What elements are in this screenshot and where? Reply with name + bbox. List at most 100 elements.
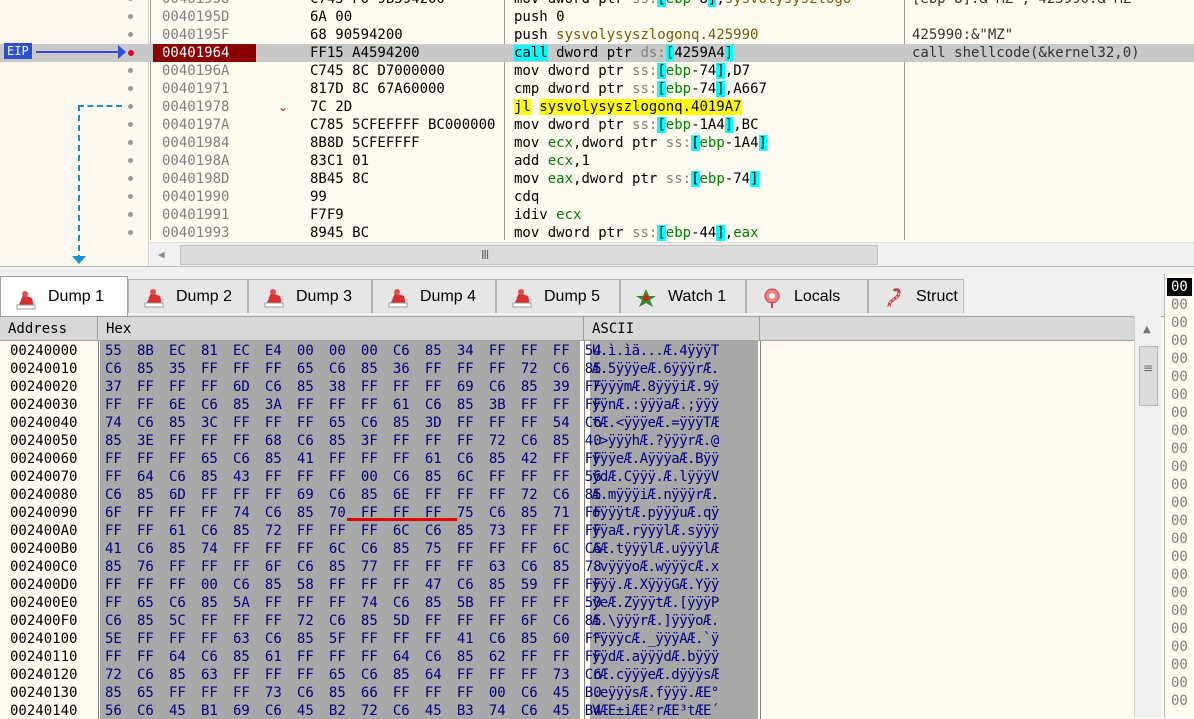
instruction-text: jl sysvolysyszlogonq.4019A7 xyxy=(514,99,742,115)
line-dot-icon[interactable] xyxy=(128,32,133,37)
line-dot-icon[interactable] xyxy=(128,158,133,163)
stack-value: 00 xyxy=(1171,495,1188,511)
scroll-up-icon[interactable]: ▲ xyxy=(1143,324,1151,335)
address-column-header[interactable]: Address xyxy=(0,317,98,341)
breakpoint-icon[interactable] xyxy=(128,50,134,56)
instruction-text: push sysvolysyszlogonq.425990 xyxy=(514,27,759,43)
dump-hex-bytes: 55 8B EC 81 EC E4 00 00 00 C6 85 34 FF F… xyxy=(105,343,602,359)
disasm-row[interactable]: 00401984 8B8D 5CFEFFFF mov ecx,dword ptr s… xyxy=(0,134,1194,152)
disasm-row[interactable]: 00401991 F7F9 idiv ecx xyxy=(0,206,1194,224)
hex-column-header[interactable]: Hex xyxy=(98,317,584,341)
disasm-row[interactable]: 00401978 ⌄ 7C 2D jl sysvolysyszlogonq.4019A… xyxy=(0,98,1194,116)
line-dot-icon[interactable] xyxy=(128,104,133,109)
stack-value: 00 xyxy=(1171,315,1188,331)
line-dot-icon[interactable] xyxy=(128,68,133,73)
tab-label: Struct xyxy=(916,288,958,305)
instruction-address: 00401978 xyxy=(162,99,230,115)
line-dot-icon[interactable] xyxy=(128,14,133,19)
dump-address: 00240040 xyxy=(10,415,78,431)
tab-watch-1[interactable]: Watch 1 xyxy=(620,279,746,313)
stack-value: 00 xyxy=(1171,333,1188,349)
line-dot-icon[interactable] xyxy=(128,122,133,127)
disasm-row[interactable]: 0040197A C785 5CFEFFFF BC000000 mov dword … xyxy=(0,116,1194,134)
stack-value: 00 xyxy=(1171,441,1188,457)
tab-dump-1[interactable]: Dump 1 xyxy=(0,276,128,316)
stack-value: 00 xyxy=(1171,351,1188,367)
tab-label: Locals xyxy=(794,288,841,305)
jump-taken-icon: ⌄ xyxy=(278,100,289,114)
line-dot-icon[interactable] xyxy=(128,230,133,235)
instruction-bytes: C785 5CFEFFFF BC000000 xyxy=(310,117,496,133)
disasm-row[interactable]: 00401964 FF15 A4594200 call dword ptr ds:[… xyxy=(0,44,1194,62)
disasm-row[interactable]: 00401971 817D 8C 67A60000 cmp dword ptr ss… xyxy=(0,80,1194,98)
dump-hex-bytes: 37 FF FF FF 6D C6 85 38 FF FF FF 69 C6 8… xyxy=(105,379,602,395)
instruction-address: 00401990 xyxy=(162,189,230,205)
dump-address: 00240110 xyxy=(10,649,78,665)
dump-hex-bytes: 72 C6 85 63 FF FF FF 65 C6 85 64 FF FF F… xyxy=(105,667,602,683)
disasm-row[interactable]: 0040195F 68 90594200 push sysvolysyszlogon… xyxy=(0,26,1194,44)
disasm-row[interactable]: 00401958 C745 F0 9B594200 mov dword ptr ss… xyxy=(0,0,1194,8)
ascii-column-header[interactable]: ASCII xyxy=(584,317,760,341)
dump-ascii: ÿdÆ.Cÿÿÿ.Æ.lÿÿÿV xyxy=(592,469,719,485)
stack-value: 00 xyxy=(1171,621,1188,637)
instruction-bytes: 83C1 01 xyxy=(310,153,370,169)
tab-struct[interactable]: Struct xyxy=(868,279,964,313)
disasm-row[interactable]: 0040195D 6A 00 push 0 xyxy=(0,8,1194,26)
stack-value: 00 xyxy=(1171,423,1188,439)
vertical-scrollbar[interactable]: ▲ ≡ xyxy=(1134,316,1161,718)
disasm-row[interactable]: 0040198A 83C1 01 add ecx,1 xyxy=(0,152,1194,170)
disasm-row[interactable]: 00401990 99 cdq xyxy=(0,188,1194,206)
column-divider xyxy=(760,341,761,719)
instruction-address: 00401964 xyxy=(153,44,256,62)
line-dot-icon[interactable] xyxy=(128,0,133,1)
disasm-row[interactable]: 00401993 8945 BC mov dword ptr ss:[ebp-44]… xyxy=(0,224,1194,242)
stack-value: 00 xyxy=(1171,459,1188,475)
tab-label: Dump 5 xyxy=(544,288,601,305)
tab-label: Dump 1 xyxy=(48,288,105,305)
dump-icon xyxy=(15,286,37,310)
instruction-comment: [ebp-8]:&"MZ", 425990:&"MZ" xyxy=(912,0,1140,8)
instruction-bytes: F7F9 xyxy=(310,207,344,223)
dump-address: 002400A0 xyxy=(10,523,78,539)
instruction-bytes: C745 8C D7000000 xyxy=(310,63,445,79)
dump-hex-bytes: FF FF 64 C6 85 61 FF FF FF 64 C6 85 62 F… xyxy=(105,649,602,665)
instruction-text: mov dword ptr ss:[ebp-44],eax xyxy=(514,225,759,241)
scrollbar-thumb[interactable]: ≡ xyxy=(1139,346,1158,406)
dump-address: 00240050 xyxy=(10,433,78,449)
line-dot-icon[interactable] xyxy=(128,86,133,91)
instruction-bytes: 8945 BC xyxy=(310,225,370,241)
dump-ascii: ^ÿÿÿcÆ._ÿÿÿAÆ.`ÿ xyxy=(592,631,719,647)
dump-ascii: ÿeÆ.ZÿÿÿtÆ.[ÿÿÿP xyxy=(592,595,719,611)
disasm-row[interactable]: 0040198D 8B45 8C mov eax,dword ptr ss:[ebp… xyxy=(0,170,1194,188)
line-dot-icon[interactable] xyxy=(128,140,133,145)
dump-address: 00240010 xyxy=(10,361,78,377)
line-dot-icon[interactable] xyxy=(128,212,133,217)
instruction-text: call dword ptr ds:[4259A4] xyxy=(514,45,734,61)
instruction-bytes: 6A 00 xyxy=(310,9,353,25)
dump-tab-bar: Dump 1 Dump 2 Dump 3 Dump 4 Dump 5 Watch 1 Loc… xyxy=(0,274,1164,316)
tab-dump-3[interactable]: Dump 3 xyxy=(248,279,372,313)
dump-ascii: VÆE±iÆE²rÆE³tÆE´ xyxy=(592,703,719,719)
instruction-address: 00401958 xyxy=(162,0,229,8)
disasm-row[interactable]: 0040196A C745 8C D7000000 mov dword ptr ss… xyxy=(0,62,1194,80)
instruction-text: mov dword ptr ss:[ebp-8],sysvolysyszlogo xyxy=(514,0,851,8)
tab-label: Watch 1 xyxy=(668,288,727,305)
dump-hex-bytes: FF FF FF 00 C6 85 58 FF FF FF 47 C6 85 5… xyxy=(105,577,602,593)
tab-dump-5[interactable]: Dump 5 xyxy=(496,279,620,313)
stack-value: 00 xyxy=(1167,278,1192,296)
tab-locals[interactable]: Locals xyxy=(746,279,868,313)
dump-hex-bytes: FF FF 6E C6 85 3A FF FF FF 61 C6 85 3B F… xyxy=(105,397,602,413)
tab-dump-2[interactable]: Dump 2 xyxy=(128,279,248,313)
dump-ascii: Æ.mÿÿÿiÆ.nÿÿÿrÆ. xyxy=(592,487,719,503)
dump-address: 00240070 xyxy=(10,469,78,485)
line-dot-icon[interactable] xyxy=(128,194,133,199)
horizontal-scrollbar[interactable]: ◀ Ⅲ xyxy=(150,242,1194,266)
line-dot-icon[interactable] xyxy=(128,176,133,181)
scrollbar-thumb[interactable]: Ⅲ xyxy=(180,245,878,265)
stack-value: 00 xyxy=(1171,297,1188,313)
dump-ascii: U.ì.ìä...Æ.4ÿÿÿT xyxy=(592,343,719,359)
instruction-address: 00401993 xyxy=(162,225,230,241)
tab-dump-4[interactable]: Dump 4 xyxy=(372,279,496,313)
scroll-left-icon[interactable]: ◀ xyxy=(158,248,165,261)
stack-value: 00 xyxy=(1171,585,1188,601)
